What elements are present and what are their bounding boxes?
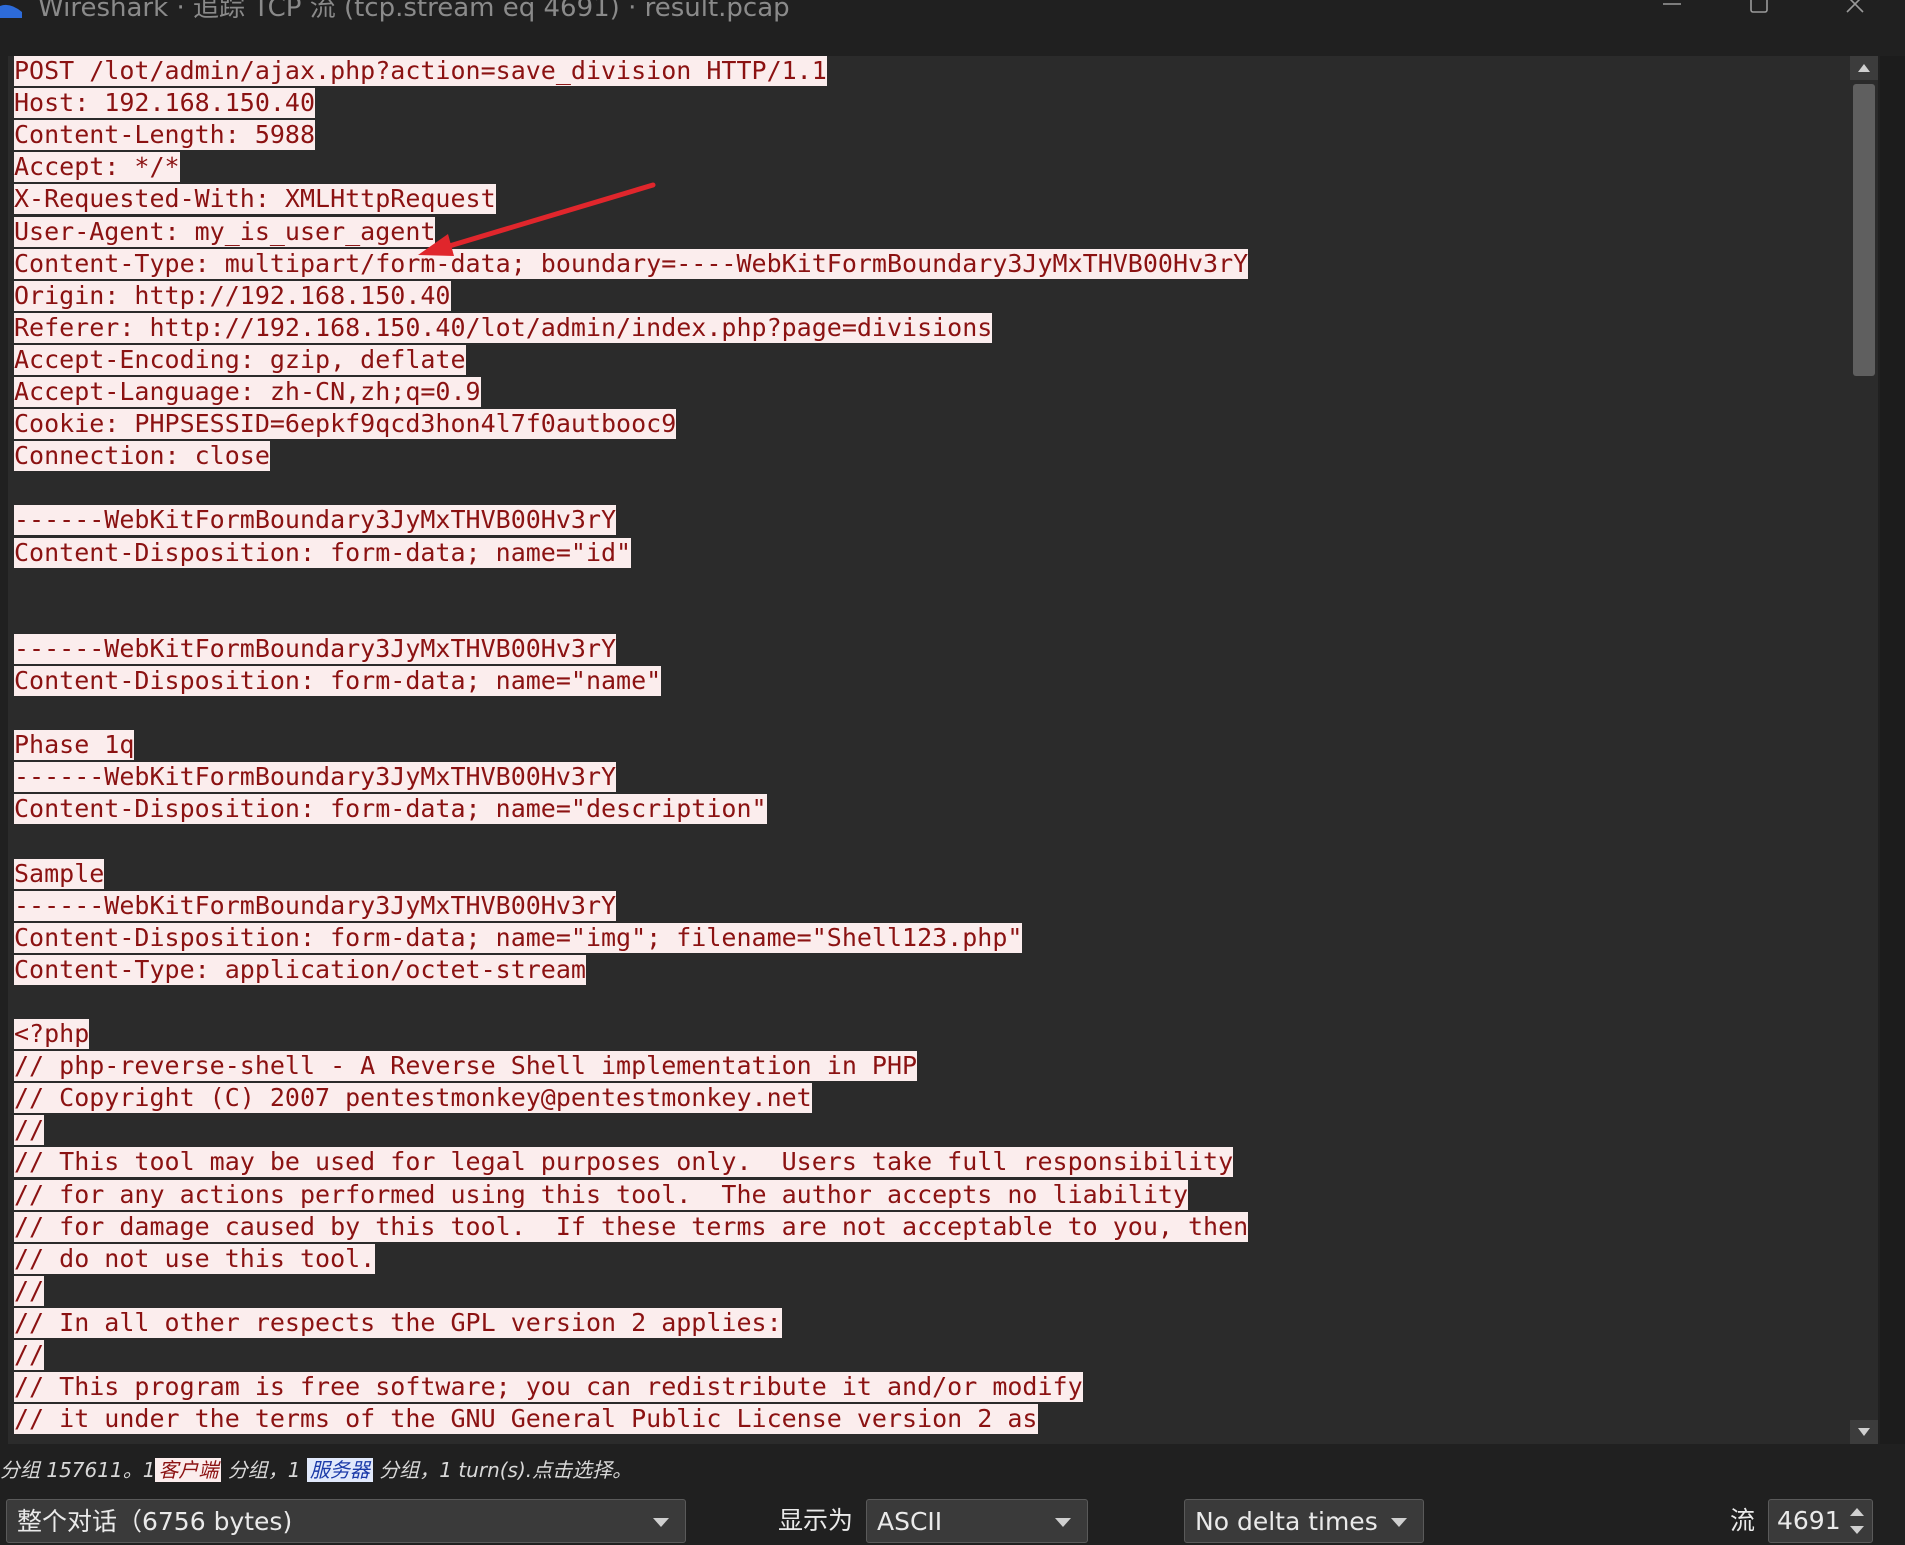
stream-label: 流	[1730, 1506, 1756, 1535]
spin-up-icon[interactable]	[1850, 1508, 1864, 1516]
scrollbar-thumb[interactable]	[1853, 84, 1875, 376]
display-as-label: 显示为	[778, 1506, 854, 1535]
stream-line: ------WebKitFormBoundary3JyMxTHVB00Hv3rY	[14, 633, 617, 664]
stream-line: ------WebKitFormBoundary3JyMxTHVB00Hv3rY	[14, 762, 617, 793]
stream-line: Content-Disposition: form-data; name="im…	[14, 922, 1023, 953]
stream-line: // In all other respects the GPL version…	[14, 1307, 782, 1338]
stream-line: Content-Type: multipart/form-data; bound…	[14, 248, 1249, 279]
spin-down-icon[interactable]	[1850, 1526, 1864, 1534]
stream-line: //	[14, 1340, 45, 1370]
minimize-icon[interactable]	[1655, 0, 1689, 26]
scroll-down-button[interactable]	[1850, 1420, 1878, 1444]
stream-line: ------WebKitFormBoundary3JyMxTHVB00Hv3rY	[14, 890, 617, 921]
client-badge: 客户端	[155, 1458, 222, 1482]
stream-line: Accept-Language: zh-CN,zh;q=0.9	[14, 377, 481, 407]
tcp-stream-content[interactable]: POST /lot/admin/ajax.php?action=save_div…	[8, 56, 1850, 1444]
close-icon[interactable]	[1838, 0, 1872, 26]
stream-line: Content-Disposition: form-data; name="de…	[14, 794, 767, 825]
wireshark-fin-icon	[0, 4, 22, 18]
window-title: Wireshark · 追踪 TCP 流 (tcp.stream eq 4691…	[38, 0, 790, 23]
chevron-down-icon	[1391, 1518, 1407, 1527]
stream-line: // for any actions performed using this …	[14, 1179, 1188, 1210]
stream-line: // for damage caused by this tool. If th…	[14, 1211, 1249, 1242]
status-prefix: 分组 157611。1	[0, 1458, 156, 1482]
maximize-icon[interactable]	[1742, 0, 1776, 26]
encoding-select-value: ASCII	[877, 1507, 943, 1536]
chevron-down-icon	[1858, 1428, 1870, 1436]
stream-line: Content-Disposition: form-data; name="id…	[14, 537, 632, 568]
window-edge	[1880, 56, 1905, 1444]
encoding-select[interactable]: ASCII	[866, 1499, 1088, 1543]
stream-line: Origin: http://192.168.150.40	[14, 280, 451, 311]
stream-line: POST /lot/admin/ajax.php?action=save_div…	[14, 56, 827, 86]
delta-times-select[interactable]: No delta times	[1184, 1499, 1424, 1543]
stream-line: ------WebKitFormBoundary3JyMxTHVB00Hv3rY	[14, 505, 617, 536]
chevron-down-icon	[1055, 1518, 1071, 1527]
stream-line: //	[14, 1115, 45, 1146]
stream-line: // it under the terms of the GNU General…	[14, 1404, 1038, 1435]
stream-line: Host: 192.168.150.40	[14, 88, 316, 119]
stream-line: Cookie: PHPSESSID=6epkf9qcd3hon4l7f0autb…	[14, 409, 677, 440]
conversation-select[interactable]: 整个对话（6756 bytes)	[6, 1499, 686, 1543]
scroll-up-button[interactable]	[1850, 56, 1878, 80]
stream-line: Accept-Encoding: gzip, deflate	[14, 344, 466, 375]
stream-line: Phase 1q	[14, 730, 135, 761]
stream-line: X-Requested-With: XMLHttpRequest	[14, 184, 496, 215]
server-badge: 服务器	[306, 1458, 373, 1482]
stream-line: //	[14, 1275, 45, 1306]
status-middle: 分组，1	[227, 1458, 301, 1482]
stream-line: Sample	[14, 858, 105, 889]
conversation-select-value: 整个对话（6756 bytes)	[17, 1507, 293, 1536]
stream-line: Connection: close	[14, 441, 270, 472]
stream-line: Content-Type: application/octet-stream	[14, 954, 586, 985]
vertical-scrollbar[interactable]	[1850, 56, 1878, 1444]
stream-line: // This tool may be used for legal purpo…	[14, 1147, 1234, 1178]
title-bar: Wireshark · 追踪 TCP 流 (tcp.stream eq 4691…	[0, 0, 1905, 52]
stream-line: Referer: http://192.168.150.40/lot/admin…	[14, 312, 993, 343]
delta-select-value: No delta times	[1195, 1507, 1378, 1536]
stream-number-value: 4691	[1777, 1506, 1841, 1535]
status-summary[interactable]: 分组 157611。1 客户端 分组，1 服务器 分组，1 turn(s).点击选…	[0, 1448, 1880, 1492]
stream-line: // php-reverse-shell - A Reverse Shell i…	[14, 1051, 918, 1082]
stream-line: // do not use this tool.	[14, 1243, 376, 1274]
stream-line: <?php	[14, 1019, 90, 1049]
stream-line: // Copyright (C) 2007 pentestmonkey@pent…	[14, 1083, 812, 1114]
stream-line: Content-Length: 5988	[14, 120, 316, 151]
chevron-down-icon	[653, 1518, 669, 1527]
stream-line: // This program is free software; you ca…	[14, 1372, 1083, 1403]
stream-controls: 整个对话（6756 bytes) 显示为 ASCII No delta time…	[0, 1494, 1905, 1545]
stream-line: Accept: */*	[14, 152, 180, 183]
status-suffix: 分组，1 turn(s).点击选择。	[379, 1458, 633, 1482]
stream-line: Content-Disposition: form-data; name="na…	[14, 665, 662, 696]
stream-number-spinbox[interactable]: 4691	[1768, 1499, 1873, 1543]
chevron-up-icon	[1858, 64, 1870, 72]
stream-line: User-Agent: my_is_user_agent	[14, 216, 436, 247]
